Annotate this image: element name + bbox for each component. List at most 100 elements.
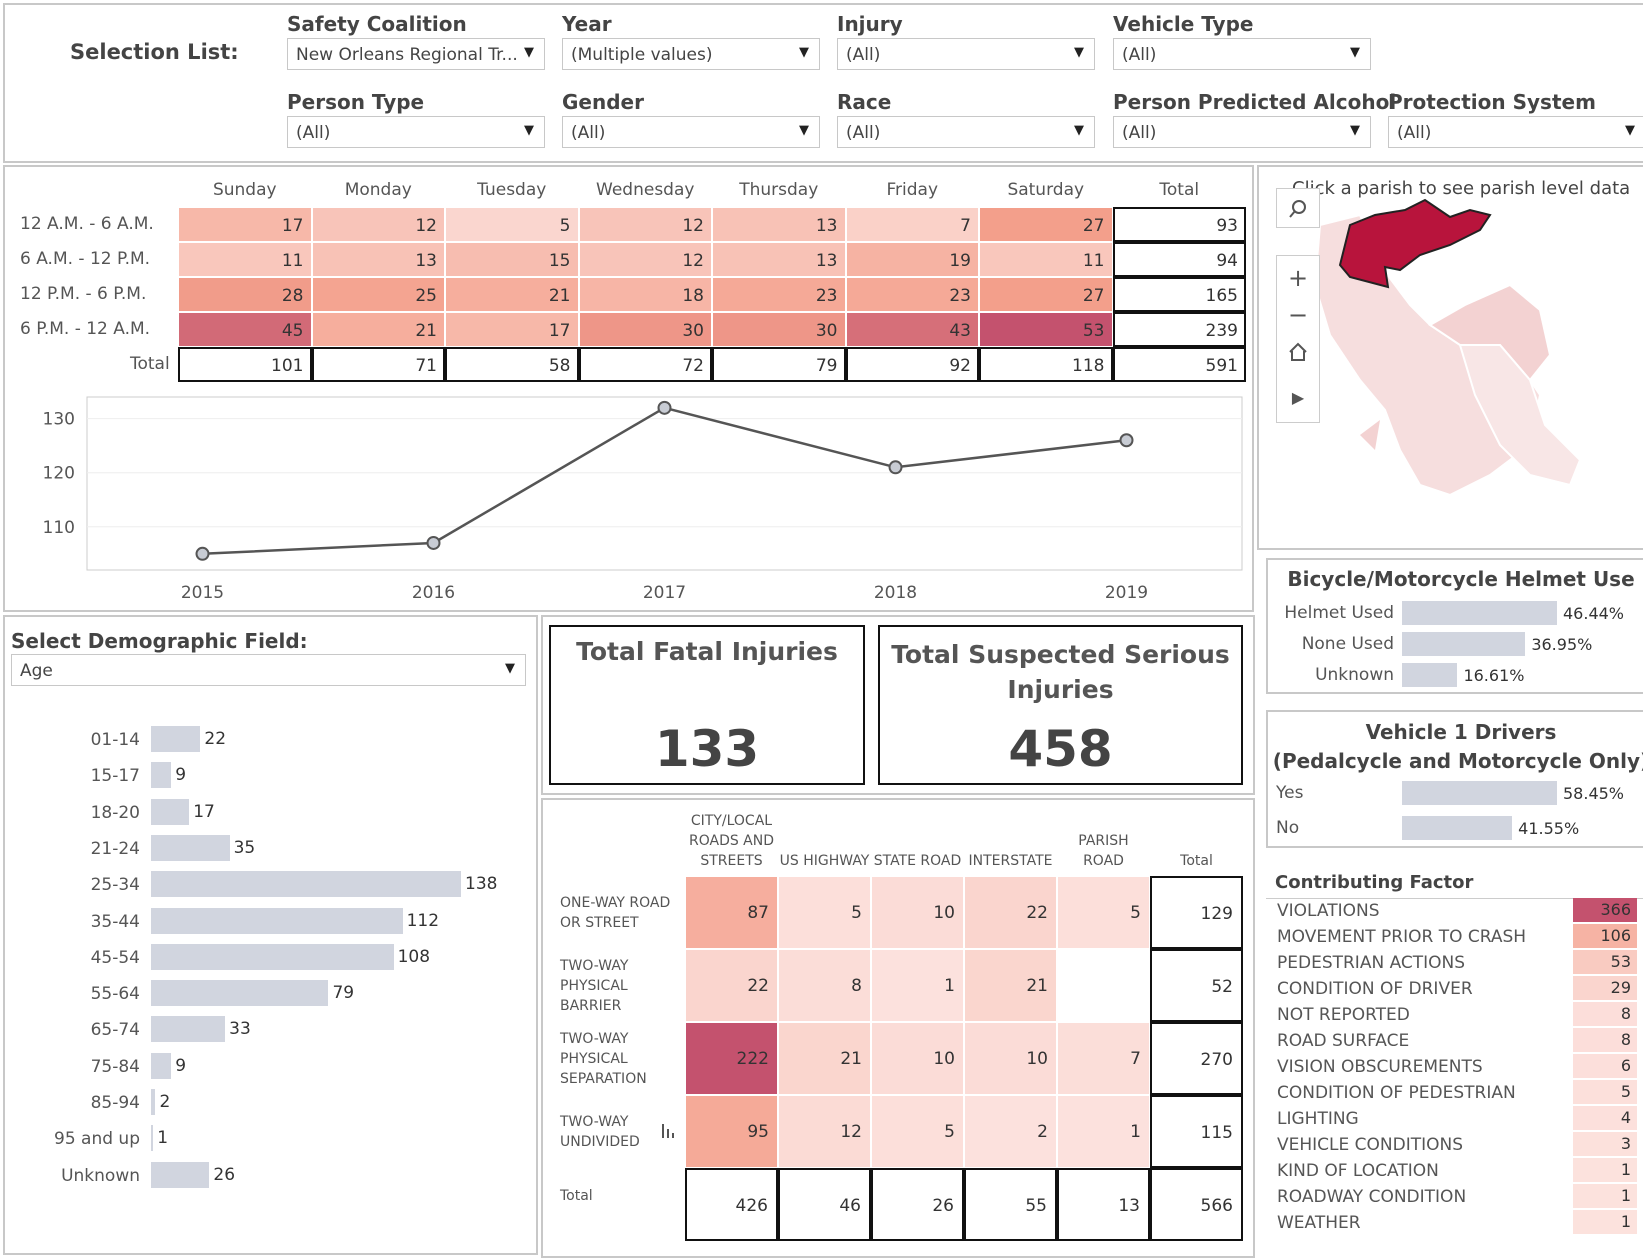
data-point[interactable] xyxy=(426,535,441,550)
road-cell: 8 xyxy=(778,949,871,1022)
road-cell: 21 xyxy=(964,949,1057,1022)
filter-select-year[interactable]: (Multiple values) ▼ xyxy=(562,38,820,70)
age-bar[interactable] xyxy=(151,943,394,970)
time-col-total: 92 xyxy=(845,347,979,382)
y-tick-label: 110 xyxy=(43,518,75,538)
parish-region-orleans-selected[interactable] xyxy=(1338,198,1492,289)
contributing-value[interactable]: 6 xyxy=(1573,1054,1637,1078)
filter-select-protection-system[interactable]: (All) ▼ xyxy=(1388,116,1643,148)
parish-map[interactable] xyxy=(1300,195,1600,510)
driver-bar[interactable] xyxy=(1402,781,1557,805)
road-row-label: TWO-WAY xyxy=(560,957,629,974)
road-cell: 95 xyxy=(685,1095,778,1168)
contributing-value[interactable]: 53 xyxy=(1573,950,1637,974)
helmet-bar[interactable] xyxy=(1402,632,1526,656)
road-row-total: 52 xyxy=(1150,949,1243,1022)
driver-bar[interactable] xyxy=(1402,816,1513,840)
time-cell: 53 xyxy=(979,312,1113,347)
fatal-kpi-value: 133 xyxy=(654,720,760,778)
filter-label-injury: Injury xyxy=(837,12,903,36)
age-bar-value: 17 xyxy=(193,801,215,822)
time-col-header: Saturday xyxy=(1007,180,1085,200)
map-search-button[interactable] xyxy=(1276,188,1320,228)
filter-value: (All) xyxy=(1122,45,1157,65)
road-cell: 7 xyxy=(1057,1022,1150,1095)
filter-value: (All) xyxy=(846,45,881,65)
road-col-total: 426 xyxy=(685,1168,778,1241)
demographic-select[interactable]: Age ▼ xyxy=(11,654,526,686)
contributing-value[interactable]: 8 xyxy=(1573,1028,1637,1052)
age-bar[interactable] xyxy=(151,907,403,934)
contributing-value[interactable]: 1 xyxy=(1573,1210,1637,1234)
age-bar[interactable] xyxy=(151,798,190,825)
data-point[interactable] xyxy=(1119,433,1134,448)
chevron-down-icon: ▼ xyxy=(505,661,515,676)
time-cell: 28 xyxy=(178,277,312,312)
filter-select-injury[interactable]: (All) ▼ xyxy=(837,38,1095,70)
contributing-value[interactable]: 5 xyxy=(1573,1080,1637,1104)
time-cell: 45 xyxy=(178,312,312,347)
filter-value: (All) xyxy=(571,123,606,143)
time-cell: 25 xyxy=(311,277,445,312)
chevron-down-icon: ▼ xyxy=(1074,45,1084,60)
filter-select-safety-coalition[interactable]: New Orleans Regional Tr... ▼ xyxy=(287,38,545,70)
time-cell: 23 xyxy=(845,277,979,312)
helmet-value: 16.61% xyxy=(1463,666,1525,685)
contributing-value[interactable]: 4 xyxy=(1573,1106,1637,1130)
age-bar[interactable] xyxy=(151,1089,156,1115)
helmet-bar[interactable] xyxy=(1402,663,1458,687)
age-bar[interactable] xyxy=(151,1161,210,1188)
contributing-label: MOVEMENT PRIOR TO CRASH xyxy=(1277,927,1527,947)
age-bar-label: 55-64 xyxy=(90,984,140,1005)
time-cell: 17 xyxy=(445,312,579,347)
map-expand-button[interactable]: ▶ xyxy=(1276,378,1320,418)
road-col-total: 46 xyxy=(778,1168,871,1241)
bar-chart-icon[interactable] xyxy=(660,1122,680,1140)
time-col-header: Monday xyxy=(344,180,412,200)
chevron-down-icon: ▼ xyxy=(1074,123,1084,138)
filter-select-race[interactable]: (All) ▼ xyxy=(837,116,1095,148)
time-cell: 12 xyxy=(578,242,712,277)
x-tick-label: 2018 xyxy=(874,583,917,603)
filter-select-vehicle-type[interactable]: (All) ▼ xyxy=(1113,38,1371,70)
contributing-value[interactable]: 1 xyxy=(1573,1184,1637,1208)
age-bar[interactable] xyxy=(151,762,172,789)
contributing-value[interactable]: 1 xyxy=(1573,1158,1637,1182)
contributing-value[interactable]: 366 xyxy=(1573,898,1637,922)
age-bar[interactable] xyxy=(151,1125,154,1152)
helmet-title: Bicycle/Motorcycle Helmet Use xyxy=(1287,567,1635,591)
age-bar[interactable] xyxy=(151,871,461,898)
road-col-total: 26 xyxy=(871,1168,964,1241)
age-bar[interactable] xyxy=(151,834,230,861)
filter-value: (All) xyxy=(1397,123,1432,143)
zoom-in-button[interactable]: + xyxy=(1276,258,1320,298)
contributing-value[interactable]: 3 xyxy=(1573,1132,1637,1156)
data-point[interactable] xyxy=(195,546,210,561)
filter-select-person-type[interactable]: (All) ▼ xyxy=(287,116,545,148)
age-bar[interactable] xyxy=(151,980,329,1007)
contributing-value[interactable]: 106 xyxy=(1573,924,1637,948)
age-bar[interactable] xyxy=(151,726,201,752)
filter-label-protection-system: Protection System xyxy=(1388,90,1596,114)
time-col-total: 72 xyxy=(578,347,712,382)
contributing-value[interactable]: 29 xyxy=(1573,976,1637,1000)
road-row-label: PHYSICAL xyxy=(560,977,628,994)
data-point[interactable] xyxy=(888,460,903,475)
age-bar[interactable] xyxy=(151,1016,226,1043)
chevron-down-icon: ▼ xyxy=(1350,45,1360,60)
time-cell: 21 xyxy=(311,312,445,347)
filter-select-gender[interactable]: (All) ▼ xyxy=(562,116,820,148)
map-home-button[interactable] xyxy=(1276,332,1320,372)
data-point[interactable] xyxy=(657,400,672,415)
contributing-value[interactable]: 8 xyxy=(1573,1002,1637,1026)
helmet-value: 36.95% xyxy=(1531,635,1593,654)
helmet-bar[interactable] xyxy=(1402,601,1557,625)
driver-label: Yes xyxy=(1276,783,1304,803)
zoom-out-button[interactable]: − xyxy=(1276,295,1320,335)
parish-region-south[interactable] xyxy=(1360,420,1380,450)
filter-label-person-predicted-alcohol: Person Predicted Alcohol xyxy=(1113,90,1397,114)
contributing-label: VEHICLE CONDITIONS xyxy=(1277,1135,1464,1155)
filter-label-person-type: Person Type xyxy=(287,90,425,114)
age-bar[interactable] xyxy=(151,1052,172,1079)
filter-select-person-predicted-alcohol[interactable]: (All) ▼ xyxy=(1113,116,1371,148)
